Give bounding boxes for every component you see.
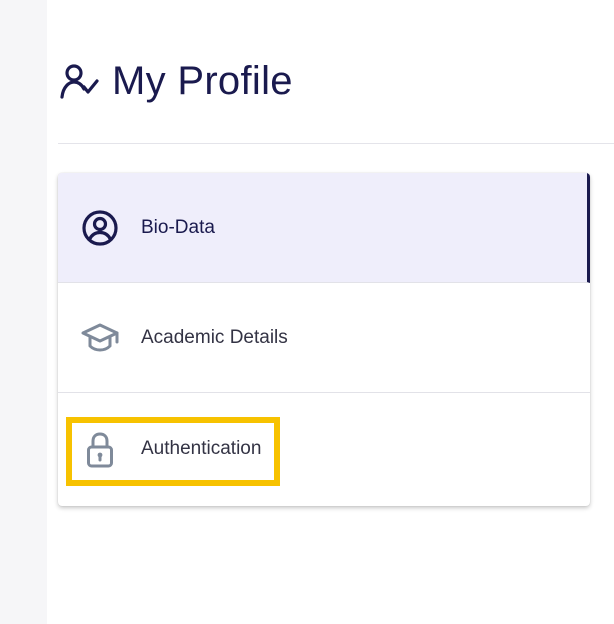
menu-item-bio-data[interactable]: Bio-Data [58, 173, 590, 283]
menu-item-label: Authentication [141, 437, 262, 459]
user-check-icon [60, 61, 100, 101]
user-circle-icon [80, 208, 120, 248]
header-divider [58, 143, 614, 144]
lock-icon [80, 429, 120, 469]
menu-item-authentication[interactable]: Authentication [58, 393, 590, 504]
page-title: My Profile [112, 58, 293, 103]
menu-item-label: Bio-Data [141, 216, 215, 238]
graduation-cap-icon [80, 318, 120, 358]
left-edge-strip [0, 0, 47, 624]
profile-menu: Bio-Data Academic Details Authentication [58, 173, 590, 506]
page-header: My Profile [60, 56, 293, 106]
menu-item-label: Academic Details [141, 326, 288, 348]
menu-item-academic-details[interactable]: Academic Details [58, 283, 590, 393]
